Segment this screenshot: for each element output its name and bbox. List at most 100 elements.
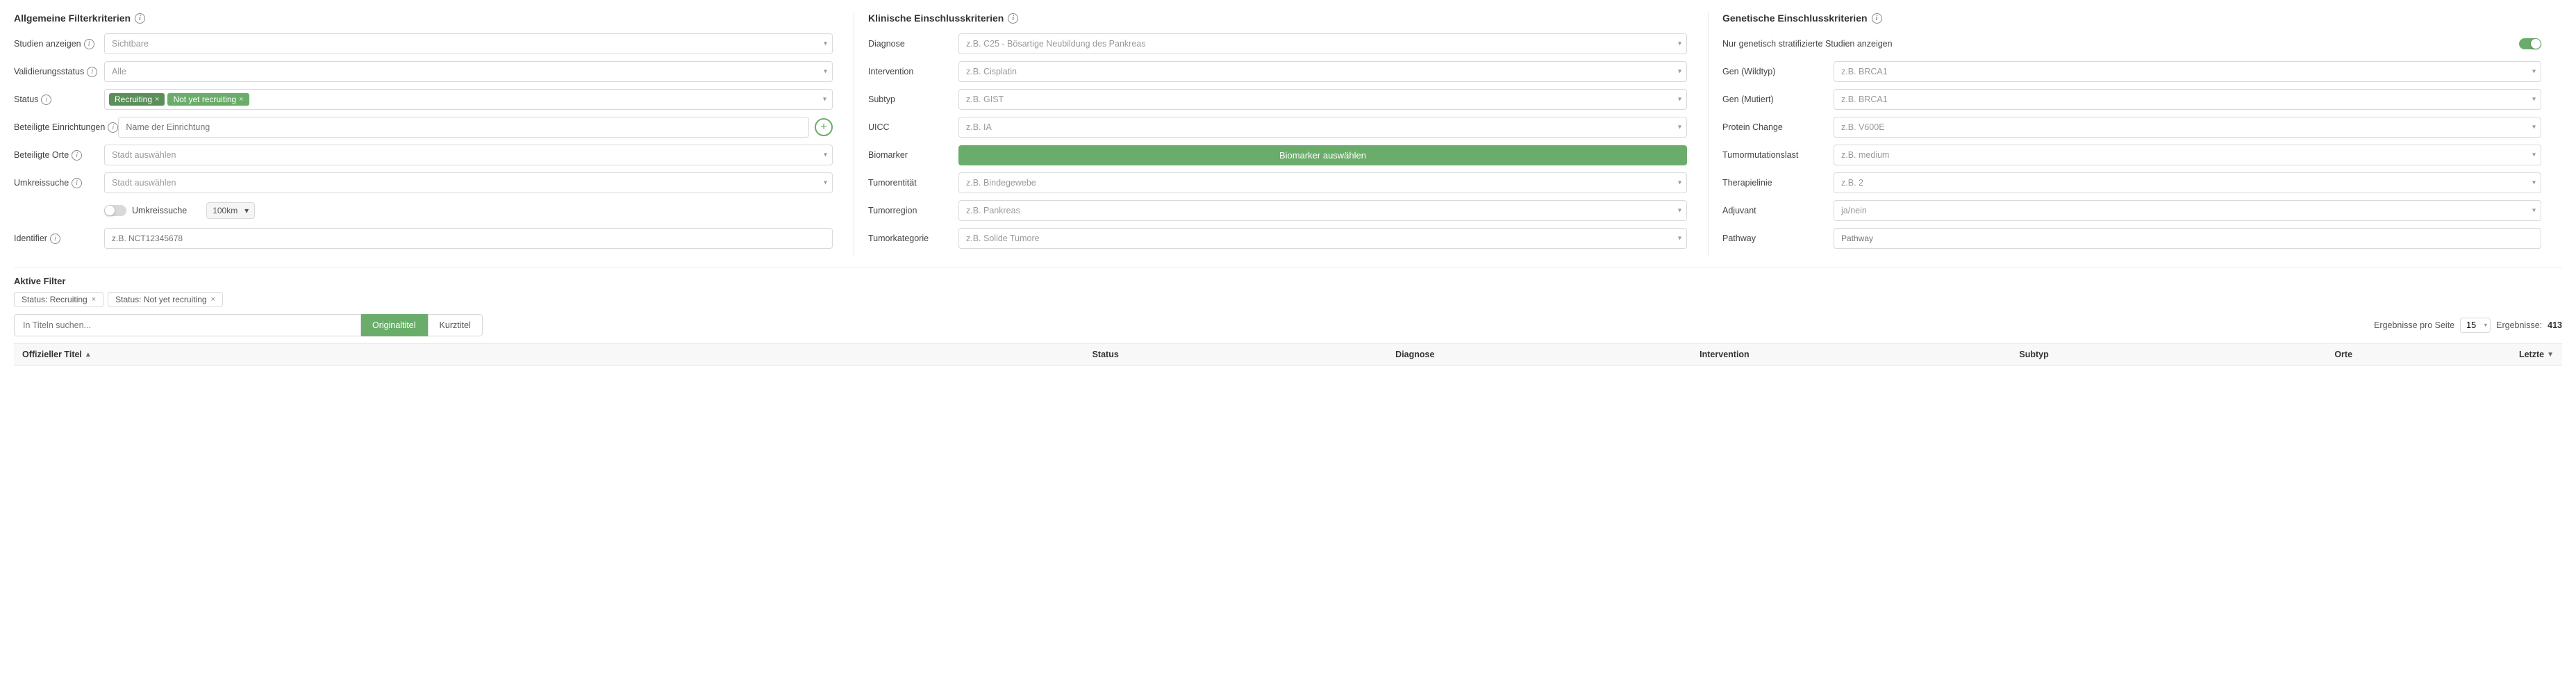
active-filters-section: Aktive Filter Status: Recruiting × Statu… [14,267,2562,336]
orte-info-icon[interactable]: i [72,150,82,161]
status-tags-input[interactable]: Recruiting × Not yet recruiting × ▾ [104,89,833,110]
studien-info-icon[interactable]: i [84,39,94,49]
tumormutation-label: Tumormutationslast [1722,150,1834,160]
stratifiziert-label: Nur genetisch stratifizierte Studien anz… [1722,39,1893,49]
clinical-filter-section: Klinische Einschlusskriterien i Diagnose… [854,13,1708,256]
studien-select[interactable]: Sichtbare [104,33,833,54]
general-filter-section: Allgemeine Filterkriterien i Studien anz… [14,13,854,256]
status-tag-recruiting-remove[interactable]: × [155,95,159,104]
umkreis-toggle-group: Umkreissuche 100km ▾ [104,202,255,219]
per-page-select[interactable]: 15 10 25 50 [2460,318,2491,333]
active-filter-recruiting-remove[interactable]: × [92,295,96,304]
genetic-filter-section: Genetische Einschlusskriterien i Nur gen… [1708,13,2562,256]
tumormutation-select[interactable]: z.B. medium [1834,145,2541,165]
validierung-info-icon[interactable]: i [87,67,97,77]
tumorkategorie-select[interactable]: z.B. Solide Tumore [958,228,1687,249]
tab-kurztitel[interactable]: Kurztitel [428,314,483,336]
active-filter-not-recruiting-remove[interactable]: × [211,295,215,304]
studien-row: Studien anzeigen i Sichtbare ▾ [14,33,833,54]
clinical-info-icon[interactable]: i [1008,13,1018,24]
general-section-title: Allgemeine Filterkriterien i [14,13,833,24]
th-title[interactable]: Offizieller Titel ▲ [22,350,951,359]
orte-select[interactable]: Stadt auswählen [104,145,833,165]
status-tag-not-recruiting-remove[interactable]: × [239,95,243,104]
th-intervention[interactable]: Intervention [1570,350,1879,359]
therapielinie-select-wrapper: z.B. 2 ▾ [1834,172,2541,193]
orte-row: Beteiligte Orte i Stadt auswählen ▾ [14,145,833,165]
subtyp-select[interactable]: z.B. GIST [958,89,1687,110]
stratifiziert-toggle[interactable] [2519,38,2541,49]
clinical-title-text: Klinische Einschlusskriterien [868,13,1004,24]
tumormutation-select-wrapper: z.B. medium ▾ [1834,145,2541,165]
identifier-info-icon[interactable]: i [50,234,60,244]
biomarker-label: Biomarker [868,150,958,160]
einrichtungen-label: Beteiligte Einrichtungen i [14,122,118,133]
stratifiziert-toggle-knob [2531,39,2541,49]
einrichtungen-add-button[interactable]: + [815,118,833,136]
tumorentitaet-select[interactable]: z.B. Bindegewebe [958,172,1687,193]
adjuvant-control: ja/nein ▾ [1834,200,2541,221]
results-count-label: Ergebnisse: [2496,320,2542,330]
adjuvant-label: Adjuvant [1722,206,1834,215]
pathway-row: Pathway [1722,228,2541,249]
th-diagnose[interactable]: Diagnose [1261,350,1570,359]
validierung-select[interactable]: Alle [104,61,833,82]
biomarker-row: Biomarker Biomarker auswählen [868,145,1687,165]
diagnose-select-wrapper: z.B. C25 - Bösartige Neubildung des Pank… [958,33,1687,54]
gen-wildtyp-select[interactable]: z.B. BRCA1 [1834,61,2541,82]
tab-originaltitel[interactable]: Originaltitel [361,314,428,336]
therapielinie-select[interactable]: z.B. 2 [1834,172,2541,193]
results-count-value: 413 [2548,320,2562,330]
tumorregion-select[interactable]: z.B. Pankreas [958,200,1687,221]
th-orte[interactable]: Orte [2188,350,2498,359]
results-info: Ergebnisse pro Seite 15 10 25 50 ▾ Ergeb… [2374,318,2562,333]
protein-select-wrapper: z.B. V600E ▾ [1834,117,2541,138]
orte-select-wrapper: Stadt auswählen ▾ [104,145,833,165]
uicc-select[interactable]: z.B. IA [958,117,1687,138]
active-filter-tag-recruiting: Status: Recruiting × [14,292,103,307]
validierung-control: Alle ▾ [104,61,833,82]
genetic-info-icon[interactable]: i [1872,13,1882,24]
einrichtungen-row: Beteiligte Einrichtungen i + [14,117,833,138]
tumorregion-label: Tumorregion [868,206,958,215]
general-info-icon[interactable]: i [135,13,145,24]
umkreis-select[interactable]: Stadt auswählen [104,172,833,193]
th-letzte[interactable]: Letzte ▼ [2498,350,2554,359]
tumormutation-row: Tumormutationslast z.B. medium ▾ [1722,145,2541,165]
status-label: Status i [14,95,104,105]
status-info-icon[interactable]: i [41,95,51,105]
th-subtyp[interactable]: Subtyp [1879,350,2189,359]
subtyp-select-wrapper: z.B. GIST ▾ [958,89,1687,110]
pathway-label: Pathway [1722,234,1834,243]
umkreis-distance-arrow: ▾ [244,206,249,215]
einrichtungen-info-icon[interactable]: i [108,122,118,133]
identifier-control [104,228,833,249]
main-container: Allgemeine Filterkriterien i Studien anz… [0,0,2576,373]
umkreis-control: Stadt auswählen ▾ [104,172,833,193]
search-input[interactable] [14,314,361,336]
intervention-select[interactable]: z.B. Cisplatin [958,61,1687,82]
umkreis-toggle[interactable] [104,205,126,216]
einrichtungen-input[interactable] [118,117,809,138]
status-arrow-icon: ▾ [823,96,826,104]
stratifiziert-control [1893,38,2541,49]
pathway-input[interactable] [1834,228,2541,249]
diagnose-select[interactable]: z.B. C25 - Bösartige Neubildung des Pank… [958,33,1687,54]
gen-wildtyp-select-wrapper: z.B. BRCA1 ▾ [1834,61,2541,82]
clinical-section-title: Klinische Einschlusskriterien i [868,13,1687,24]
biomarker-button[interactable]: Biomarker auswählen [958,145,1687,165]
identifier-row: Identifier i [14,228,833,249]
identifier-input[interactable] [104,228,833,249]
validierung-label: Validierungsstatus i [14,67,104,77]
gen-mutiert-select[interactable]: z.B. BRCA1 [1834,89,2541,110]
umkreis-info-icon[interactable]: i [72,178,82,188]
validierung-row: Validierungsstatus i Alle ▾ [14,61,833,82]
umkreis-distance-input[interactable]: 100km ▾ [206,202,255,219]
adjuvant-row: Adjuvant ja/nein ▾ [1722,200,2541,221]
search-row: Originaltitel Kurztitel Ergebnisse pro S… [14,314,2562,336]
adjuvant-select[interactable]: ja/nein [1834,200,2541,221]
tumorregion-control: z.B. Pankreas ▾ [958,200,1687,221]
protein-select[interactable]: z.B. V600E [1834,117,2541,138]
th-status[interactable]: Status [951,350,1261,359]
einrichtungen-input-row: + [118,117,833,138]
